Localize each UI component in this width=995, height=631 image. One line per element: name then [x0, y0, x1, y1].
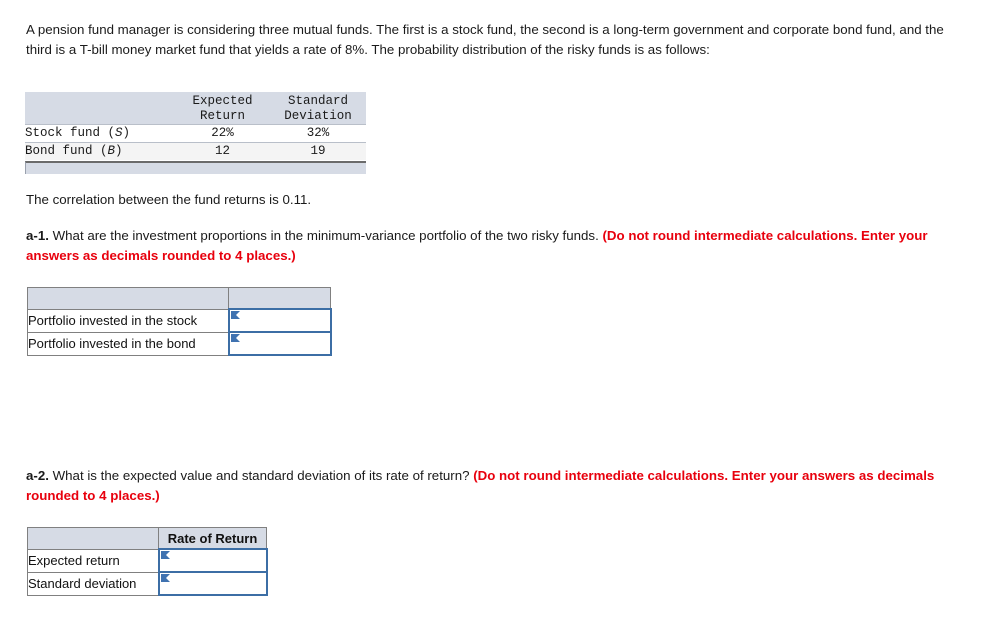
fund-data-header-expected-return: Expected Return [175, 92, 270, 125]
answer-a1-row1-label: Portfolio invested in the bond [27, 331, 229, 356]
answer-a1-header-blank [27, 287, 229, 310]
answer-table-a2: Rate of Return Expected return Standard … [27, 527, 268, 596]
answer-a1-row0-label: Portfolio invested in the stock [27, 308, 229, 333]
table-row: Portfolio invested in the stock [27, 308, 332, 333]
cell-marker-icon [230, 311, 240, 319]
standard-deviation-input[interactable] [159, 573, 266, 594]
bond-fund-label-text: Bond fund ( [25, 144, 108, 158]
correlation-statement: The correlation between the fund returns… [26, 192, 312, 207]
header-stddev-line1: Standard [287, 94, 348, 108]
answer-a1-row1-input-cell[interactable] [227, 331, 332, 356]
bond-fund-expected-return: 12 [175, 142, 270, 160]
question-a1-body: What are the investment proportions in t… [48, 228, 603, 243]
stock-fund-expected-return: 22% [175, 124, 270, 143]
answer-table-a2-header-row: Rate of Return [27, 527, 267, 550]
question-a2-label: a-2. [26, 468, 49, 483]
stock-fund-label-close: ) [122, 126, 131, 140]
portfolio-stock-input[interactable] [229, 310, 330, 331]
fund-data-table-container: Expected Return Standard Deviation Stock… [25, 92, 366, 174]
question-a1-label: a-1. [26, 228, 49, 243]
answer-table-a1-header-row [27, 287, 331, 310]
stock-fund-label-text: Stock fund ( [25, 126, 116, 140]
table-row: Portfolio invested in the bond [27, 331, 332, 356]
answer-a1-row0-input-cell[interactable] [227, 308, 332, 333]
problem-intro-paragraph: A pension fund manager is considering th… [26, 22, 944, 57]
answer-a2-row0-input-cell[interactable] [157, 548, 268, 573]
stock-fund-standard-deviation: 32% [270, 124, 366, 143]
header-expected-line2: Return [199, 109, 245, 123]
cell-marker-icon [230, 334, 240, 342]
fund-data-table-header-row: Expected Return Standard Deviation [25, 92, 366, 125]
bond-fund-standard-deviation: 19 [270, 142, 366, 160]
header-expected-line1: Expected [192, 94, 253, 108]
table-row: Expected return [27, 548, 268, 573]
cell-marker-icon [160, 551, 170, 559]
fund-data-table-footer-strip [25, 161, 366, 174]
question-a2-body: What is the expected value and standard … [48, 468, 474, 483]
stock-fund-symbol: S [115, 126, 123, 140]
answer-a2-header-blank [27, 527, 159, 550]
fund-data-header-blank [25, 92, 175, 125]
row-label-bond-fund: Bond fund (B) [25, 142, 175, 160]
question-a1-text: a-1. What are the investment proportions… [26, 226, 951, 265]
table-row: Standard deviation [27, 571, 268, 596]
row-label-stock-fund: Stock fund (S) [25, 124, 175, 143]
bond-fund-symbol: B [107, 144, 116, 158]
bond-fund-label-close: ) [115, 144, 123, 158]
table-row: Stock fund (S) 22% 32% [25, 124, 366, 143]
table-row: Bond fund (B) 12 19 [25, 142, 366, 160]
portfolio-bond-input[interactable] [229, 333, 330, 354]
answer-a2-row0-label: Expected return [27, 548, 159, 573]
answer-a2-header-rate-of-return: Rate of Return [158, 527, 267, 550]
answer-a2-row1-input-cell[interactable] [157, 571, 268, 596]
header-stddev-line2: Deviation [284, 109, 352, 123]
cell-marker-icon [160, 574, 170, 582]
answer-table-a1: Portfolio invested in the stock Portfoli… [27, 287, 332, 356]
fund-data-table: Expected Return Standard Deviation Stock… [25, 92, 366, 160]
answer-a1-header-value [228, 287, 331, 310]
answer-a2-row1-label: Standard deviation [27, 571, 159, 596]
expected-return-input[interactable] [159, 550, 266, 571]
question-a2-text: a-2. What is the expected value and stan… [26, 466, 951, 505]
question-page: A pension fund manager is considering th… [0, 0, 995, 631]
fund-data-header-standard-deviation: Standard Deviation [270, 92, 366, 125]
